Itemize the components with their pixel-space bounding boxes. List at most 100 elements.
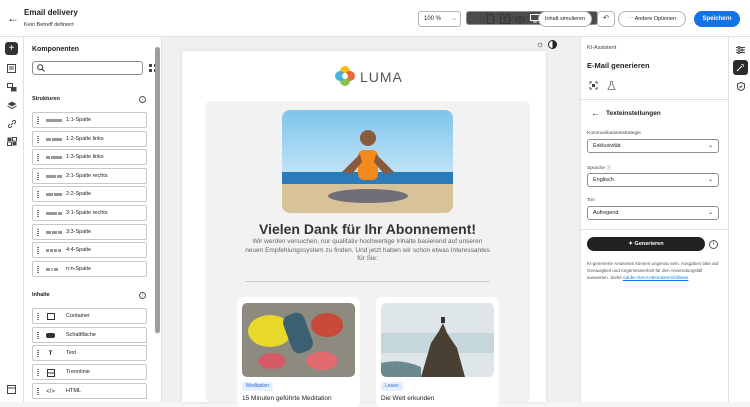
structure-item[interactable]: 3:3-Spalte xyxy=(32,224,147,240)
column-layout-icon xyxy=(46,231,62,234)
top-bar: ← Email delivery Kein Betreff definiert … xyxy=(0,0,750,37)
properties-icon[interactable] xyxy=(734,43,747,56)
add-icon[interactable]: + xyxy=(5,42,18,55)
contents-heading: Inhalte xyxy=(32,292,50,298)
drag-handle-icon xyxy=(37,191,39,198)
ai-disclaimer: KI-generierte Antworten können ungenau s… xyxy=(587,261,719,280)
drag-handle-icon xyxy=(37,332,39,339)
structure-item[interactable]: n:n-Spalte xyxy=(32,261,147,277)
divider-icon xyxy=(46,368,55,377)
structure-item[interactable]: 2:1-Spalte rechts xyxy=(32,168,147,184)
generate-button[interactable]: ✦ Generieren xyxy=(587,237,705,251)
expand-icon[interactable] xyxy=(589,81,598,90)
text-mode-icon xyxy=(500,14,510,24)
content-item-container[interactable]: Container xyxy=(32,308,147,324)
column-layout-icon xyxy=(46,249,61,252)
column-layout-icon xyxy=(46,119,62,122)
mobile-icon xyxy=(486,14,494,24)
html-icon: </> xyxy=(46,388,55,395)
flask-icon[interactable] xyxy=(607,81,616,90)
structure-item[interactable]: 2:2-Spalte xyxy=(32,186,147,202)
email-headline[interactable]: Vielen Dank für Ihr Abonnement! xyxy=(205,221,530,237)
brand-logo-text: LUMA xyxy=(360,69,403,85)
drag-handle-icon xyxy=(37,117,39,124)
fragments-icon[interactable] xyxy=(5,81,18,94)
info-icon[interactable]: i xyxy=(709,240,718,249)
strategy-select[interactable]: Exklusivität ⌄ xyxy=(587,139,719,153)
layers-icon[interactable] xyxy=(5,99,18,112)
separator xyxy=(581,99,729,100)
strategy-value: Exklusivität xyxy=(593,143,621,149)
info-icon[interactable]: i xyxy=(139,96,146,103)
subject-subtitle: Kein Betreff definiert xyxy=(24,22,74,28)
settings-panel-icon[interactable] xyxy=(5,383,18,396)
undo-icon: ↶ xyxy=(603,15,609,22)
email-body[interactable]: LUMA Vielen Dank für Ihr Abonnement! Wir… xyxy=(182,51,546,407)
article-card[interactable]: Lesen Die Welt erkunden xyxy=(376,297,499,407)
search-input[interactable] xyxy=(32,61,143,75)
content-item-html[interactable]: </> HTML xyxy=(32,383,147,399)
preview-button[interactable] xyxy=(512,11,528,27)
hero-image[interactable] xyxy=(282,110,453,213)
sun-icon[interactable]: ☼ xyxy=(536,39,544,49)
chevron-down-icon: ⌄ xyxy=(707,143,713,149)
separator xyxy=(581,229,729,230)
link-icon[interactable] xyxy=(5,117,18,130)
strategy-label: Kommunikationsstrategie xyxy=(587,131,641,136)
drag-handle-icon xyxy=(37,350,39,357)
chevron-down-icon: ⌄ xyxy=(707,177,713,183)
container-icon xyxy=(46,312,55,321)
drag-handle-icon xyxy=(37,388,39,395)
assets-icon[interactable] xyxy=(5,62,18,75)
tone-select[interactable]: Aufregend ⌄ xyxy=(587,206,719,220)
structure-item[interactable]: 1:3-Spalte links xyxy=(32,149,147,165)
drag-handle-icon xyxy=(37,154,39,161)
mobile-view-button[interactable] xyxy=(482,11,498,27)
more-options-button[interactable]: ⋯ Andere Optionen xyxy=(618,11,686,27)
eye-icon xyxy=(515,15,525,23)
structure-item[interactable]: 4:4-Spalte xyxy=(32,242,147,258)
zoom-select[interactable]: 100 % ⌵ xyxy=(418,11,461,27)
structure-item[interactable]: 1:2-Spalte links xyxy=(32,131,147,147)
content-item-text[interactable]: T Text xyxy=(32,345,147,361)
drag-handle-icon xyxy=(37,247,39,254)
text-view-button[interactable] xyxy=(497,11,513,27)
ai-assistant-icon[interactable] xyxy=(733,60,748,75)
drag-handle-icon xyxy=(37,266,39,273)
dark-mode-icon[interactable] xyxy=(548,40,557,49)
column-layout-icon xyxy=(46,212,62,215)
chevron-down-icon: ⌄ xyxy=(707,210,713,216)
info-icon[interactable]: i xyxy=(139,292,146,299)
language-select[interactable]: Englisch ⌄ xyxy=(587,173,719,187)
chevron-down-icon: ⌵ xyxy=(452,16,456,22)
content-item-button[interactable]: Schaltfläche xyxy=(32,327,147,343)
content-item-divider[interactable]: Trennlinie xyxy=(32,364,147,380)
more-options-label: Andere Optionen xyxy=(634,16,677,22)
article-card[interactable]: Meditation 15 Minuten geführte Meditatio… xyxy=(237,297,360,407)
luma-logo-icon xyxy=(335,66,355,86)
personalization-icon[interactable] xyxy=(5,135,18,148)
email-body-text[interactable]: Wir werden versuchen, nur qualitativ hoc… xyxy=(245,238,490,264)
drag-handle-icon xyxy=(37,313,39,320)
card-tag: Meditation xyxy=(242,382,274,391)
editor-canvas: ☼ LUMA Vielen Dank für Ihr Abonnement! W… xyxy=(162,37,580,407)
simulate-content-button[interactable]: Inhalt simulieren xyxy=(538,11,592,27)
save-button[interactable]: Speichern xyxy=(694,11,740,27)
theme-toggle[interactable]: ☼ xyxy=(532,39,580,51)
scrollbar-thumb[interactable] xyxy=(155,47,160,333)
divider xyxy=(245,281,490,282)
undo-button[interactable]: ↶ xyxy=(597,11,615,27)
guidelines-link[interactable]: Adobe GenAI-Benutzerrichtlinien xyxy=(623,275,689,280)
components-panel: Komponenten Strukturen i 1:1-Spalte 1:2-… xyxy=(24,37,178,402)
tone-label: Ton xyxy=(587,198,595,203)
info-icon[interactable]: ⓘ xyxy=(606,166,611,171)
drag-handle-icon xyxy=(37,210,39,217)
back-arrow-icon[interactable]: ← xyxy=(591,108,600,118)
back-arrow-icon[interactable]: ← xyxy=(6,11,20,25)
structure-item[interactable]: 3:1-Spalte rechts xyxy=(32,205,147,221)
hero-section[interactable]: Vielen Dank für Ihr Abonnement! Wir werd… xyxy=(205,101,530,407)
drag-handle-icon xyxy=(37,136,39,143)
shield-icon[interactable] xyxy=(734,80,747,93)
structure-item[interactable]: 1:1-Spalte xyxy=(32,112,147,128)
column-layout-icon xyxy=(46,268,58,271)
